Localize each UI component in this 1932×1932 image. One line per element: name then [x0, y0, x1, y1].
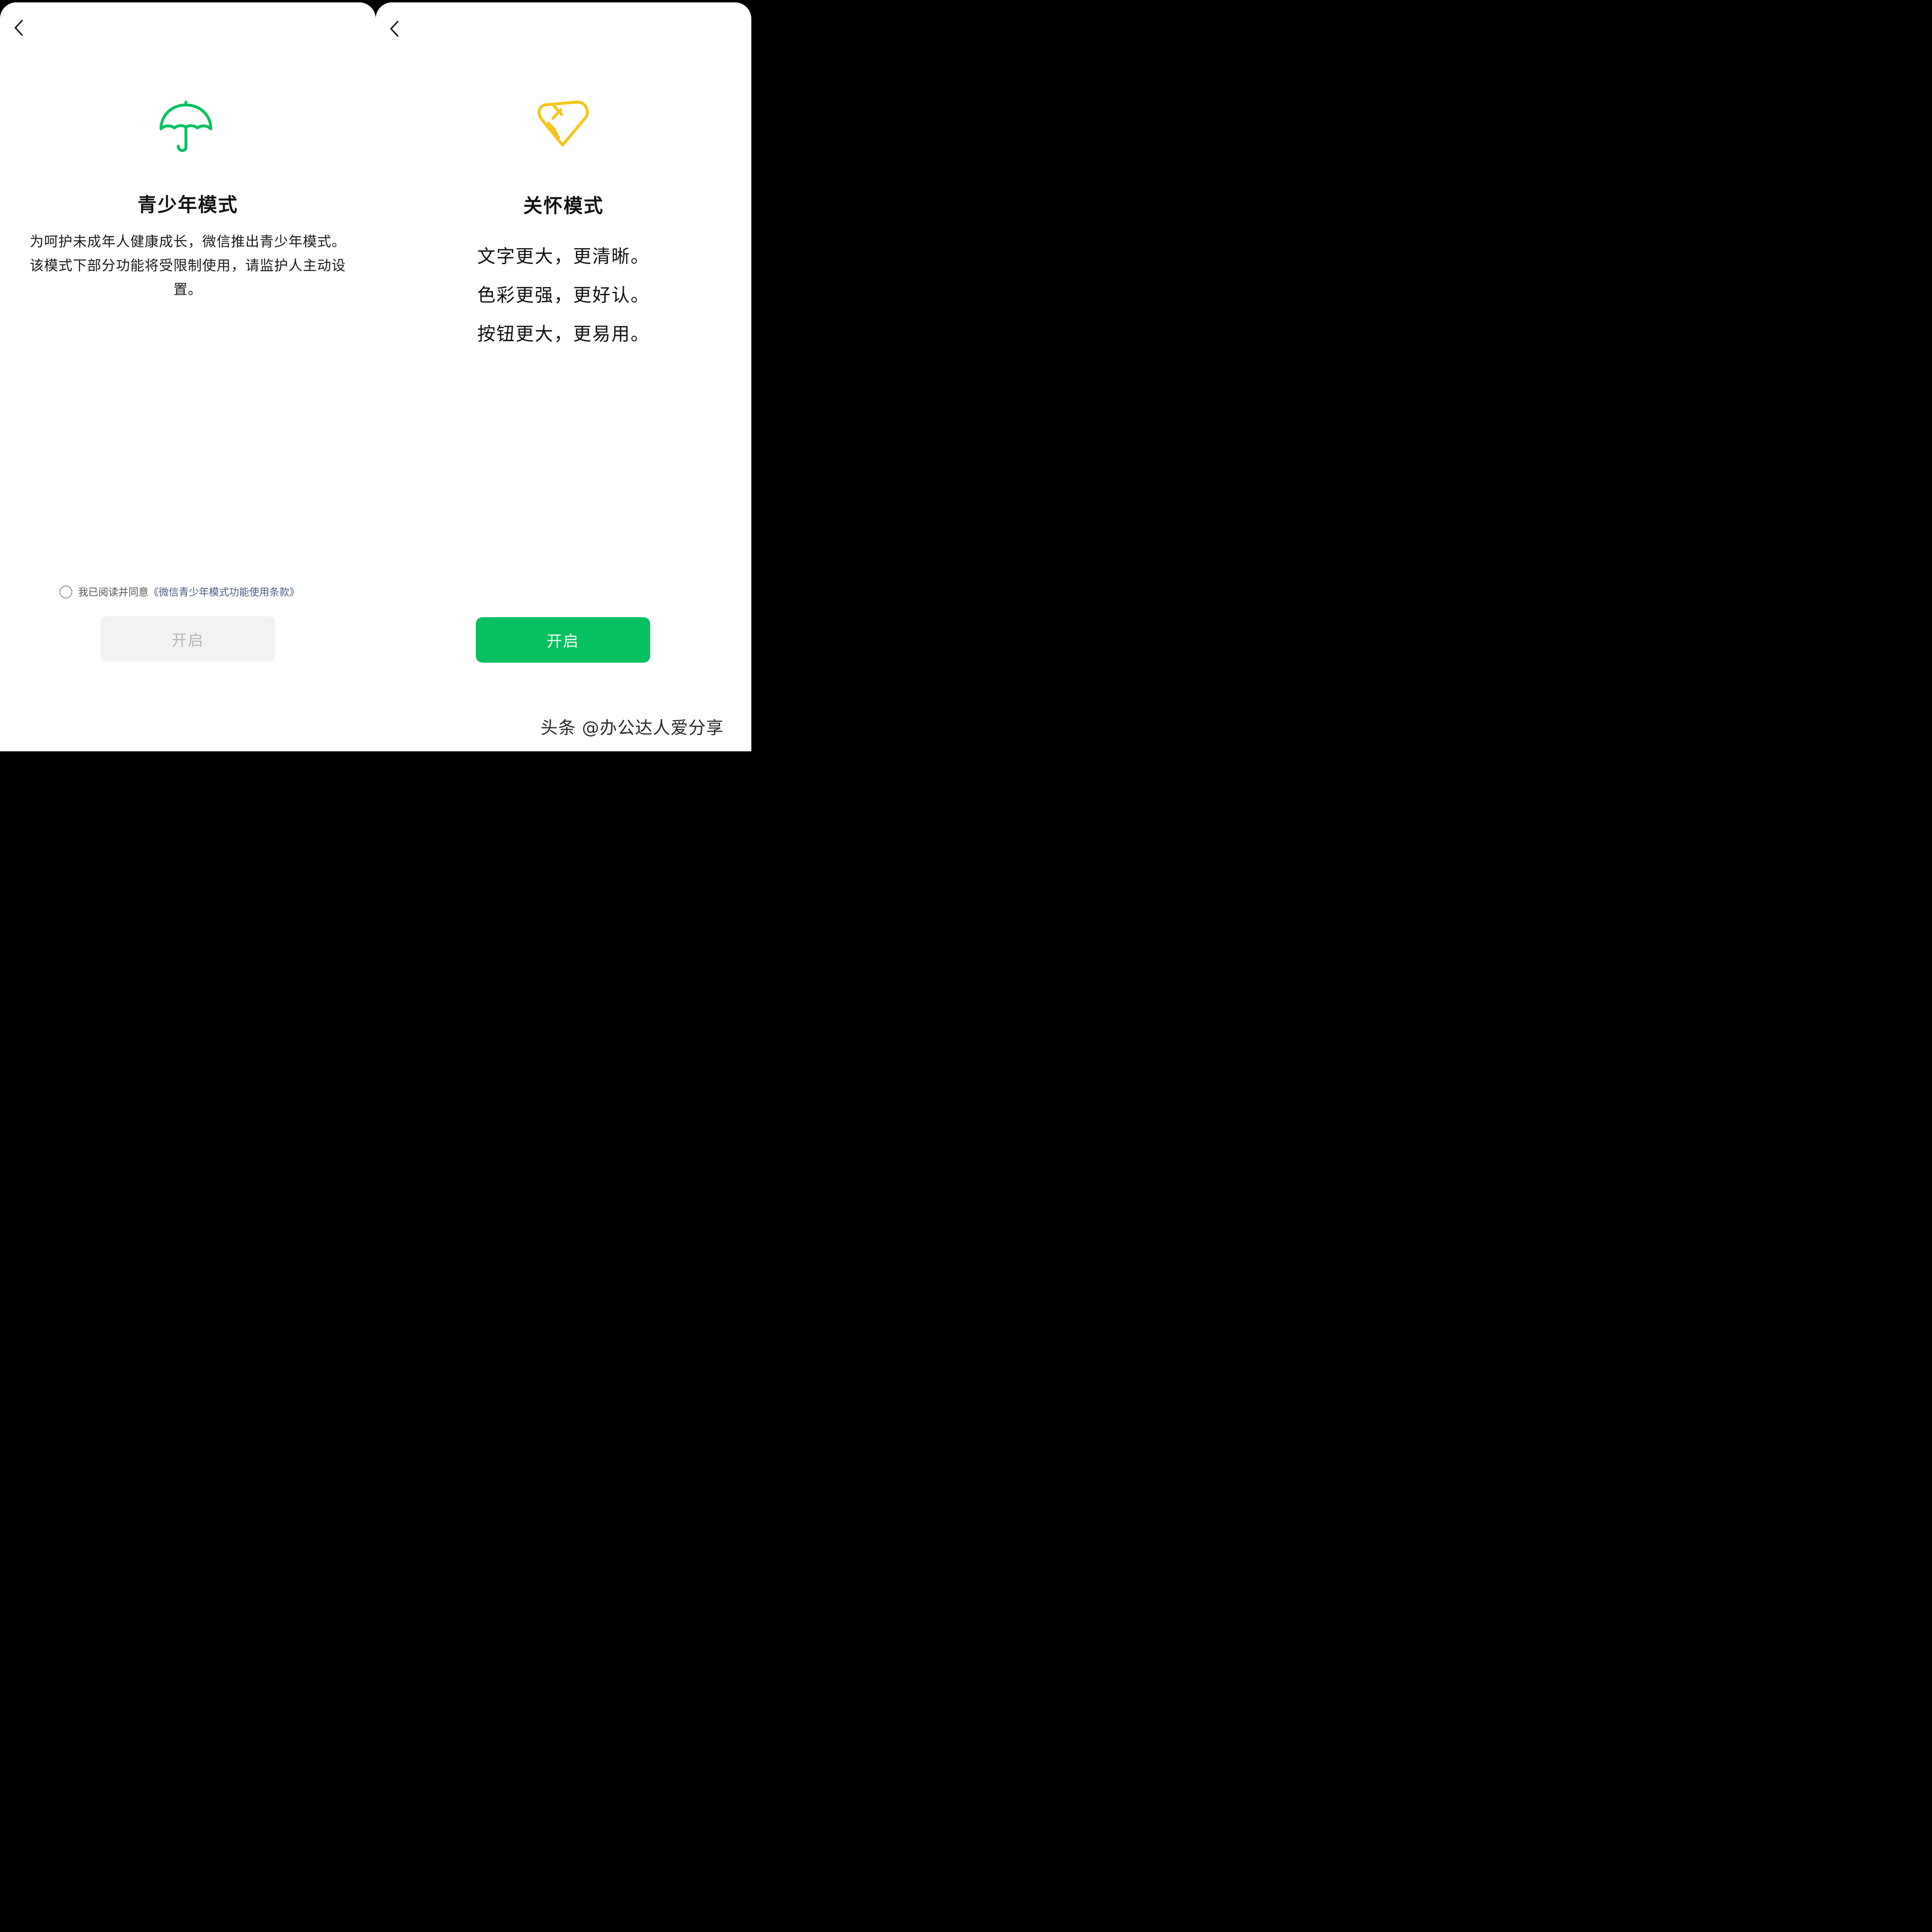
back-button[interactable]: [9, 16, 30, 40]
page-title: 关怀模式: [523, 195, 604, 217]
umbrella-icon: [159, 98, 217, 156]
feature-list: 文字更大，更清晰。 色彩更强，更好认。 按钮更大，更易用。: [477, 237, 669, 354]
care-hands-heart-icon: [535, 98, 592, 156]
feature-item: 按钮更大，更易用。: [477, 323, 650, 345]
mode-description: 为呵护未成年人健康成长，微信推出青少年模式。该模式下部分功能将受限制使用，请监护…: [29, 233, 346, 298]
side-by-side-screenshots: 青少年模式 为呵护未成年人健康成长，微信推出青少年模式。该模式下部分功能将受限制…: [0, 0, 751, 751]
back-button[interactable]: [384, 17, 405, 41]
teen-mode-screen: 青少年模式 为呵护未成年人健康成长，微信推出青少年模式。该模式下部分功能将受限制…: [0, 2, 376, 751]
feature-item: 色彩更强，更好认。: [477, 285, 650, 306]
care-mode-screen: 关怀模式 文字更大，更清晰。 色彩更强，更好认。 按钮更大，更易用。 开启: [376, 2, 751, 751]
enable-button[interactable]: 开启: [476, 617, 650, 663]
watermark: 头条 @办公达人爱分享: [540, 718, 724, 738]
chevron-left-icon: [390, 21, 399, 37]
chevron-left-icon: [14, 20, 23, 36]
agreement-text: 我已阅读并同意: [78, 586, 149, 598]
terms-link[interactable]: 《微信青少年模式功能使用条款》: [149, 585, 299, 599]
page-title: 青少年模式: [138, 194, 238, 216]
enable-button-disabled[interactable]: 开启: [101, 616, 275, 662]
agreement-row: 我已阅读并同意 《微信青少年模式功能使用条款》: [59, 582, 299, 601]
agreement-checkbox[interactable]: [59, 585, 72, 598]
feature-item: 文字更大，更清晰。: [477, 246, 650, 267]
